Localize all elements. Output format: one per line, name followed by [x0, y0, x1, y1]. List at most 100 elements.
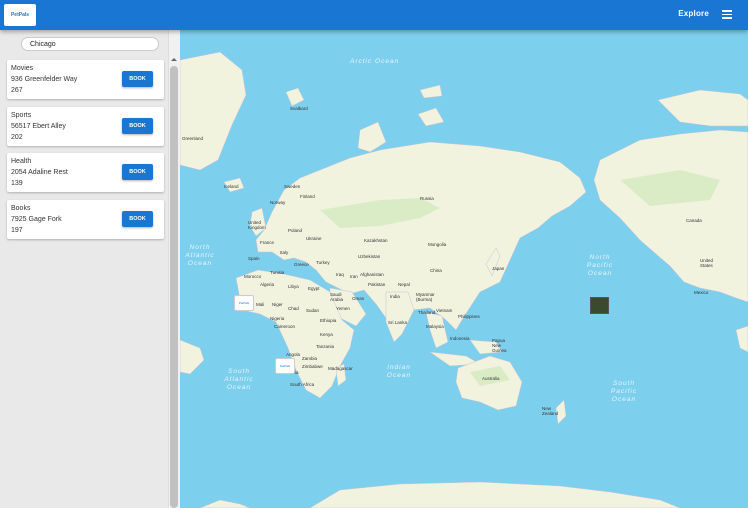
map-label: Sudan — [306, 308, 320, 313]
map-label: United Kingdom — [248, 220, 266, 230]
explore-link[interactable]: Explore — [678, 9, 709, 18]
list-item: Sports 56517 Ebert Alley 202 BOOK — [7, 107, 164, 146]
map-label: Ukraine — [306, 236, 322, 241]
map-label: Japan — [492, 266, 505, 271]
card-count: 197 — [11, 227, 23, 234]
ocean-label: North Atlantic Ocean — [185, 244, 215, 267]
map-label: Sri Lanka — [388, 320, 408, 325]
map-label: Chad — [288, 306, 299, 311]
card-count: 202 — [11, 134, 23, 141]
map-label: Iran — [350, 274, 358, 279]
map-label: France — [260, 240, 275, 245]
map-label: Thailand — [418, 310, 436, 315]
map-label: Morocco — [244, 274, 262, 279]
map-label: Turkey — [316, 260, 330, 265]
card-count: 267 — [11, 87, 23, 94]
map-label: Libya — [288, 284, 299, 289]
map-label: Sweden — [284, 184, 301, 189]
app-logo[interactable]: PetPals — [4, 4, 36, 26]
ocean-label: Arctic Ocean — [350, 58, 400, 65]
map-label: China — [430, 268, 442, 273]
map-label: Kazakhstan — [364, 238, 388, 243]
map-label: Mexico — [694, 290, 709, 295]
map-marker-logo: PetPals — [279, 364, 291, 368]
map-label: Papua New Guinea — [492, 338, 507, 353]
map-label: Cameroon — [274, 324, 296, 329]
map-label: Australia — [482, 376, 500, 381]
card-address: 2054 Adaline Rest — [11, 169, 68, 176]
map-label: Iceland — [224, 184, 239, 189]
book-button[interactable]: BOOK — [122, 164, 153, 180]
map-label: Mali — [256, 302, 265, 307]
map-label: Madagascar — [328, 366, 353, 371]
map-label: Canada — [686, 218, 702, 223]
map-photo-marker[interactable] — [590, 297, 609, 314]
map-label: Afghanistan — [360, 272, 384, 277]
map-label: Ethiopia — [320, 318, 337, 323]
map-label: Yemen — [336, 306, 350, 311]
map-label: Vietnam — [436, 308, 453, 313]
card-address: 56517 Ebert Alley — [11, 123, 66, 130]
card-address: 7925 Gage Fork — [11, 216, 62, 223]
map-label: New Zealand — [542, 406, 559, 416]
card-category: Books — [11, 205, 31, 212]
map-label: Malaysia — [426, 324, 444, 329]
map-label: Kenya — [320, 332, 333, 337]
map-label: Indonesia — [450, 336, 470, 341]
list-item: Health 2054 Adaline Rest 139 BOOK — [7, 153, 164, 192]
map-label: Zambia — [302, 356, 318, 361]
map-label: United States — [700, 258, 714, 268]
map-label: Mongolia — [428, 242, 447, 247]
map-label: Uzbekistan — [358, 254, 381, 259]
map-label: Russia — [420, 196, 434, 201]
map-label: Greenland — [182, 136, 204, 141]
map-label: Philippines — [458, 314, 480, 319]
map-label: Finland — [300, 194, 315, 199]
map-label: Niger — [272, 302, 283, 307]
map-label: India — [390, 294, 400, 299]
map-label: Pakistan — [368, 282, 386, 287]
scroll-up-icon[interactable] — [171, 58, 177, 61]
card-address: 936 Greenfelder Way — [11, 76, 78, 83]
map-label: Spain — [248, 256, 260, 261]
map-label: Norway — [270, 200, 286, 205]
map-marker-logo: PetPals — [238, 301, 250, 305]
book-button[interactable]: BOOK — [122, 211, 153, 227]
scrollbar-thumb[interactable] — [170, 66, 178, 508]
map-label: Greece — [294, 262, 309, 267]
map-label: Poland — [288, 228, 303, 233]
map-label: Nepal — [398, 282, 410, 287]
map-label: Egypt — [308, 286, 320, 291]
ocean-label: North Pacific Ocean — [586, 254, 614, 277]
map-marker[interactable]: PetPals — [275, 358, 295, 374]
book-button[interactable]: BOOK — [122, 118, 153, 134]
card-category: Movies — [11, 65, 34, 72]
card-category: Sports — [11, 112, 32, 119]
map-landmasses — [180, 51, 748, 508]
map-label: Tanzania — [316, 344, 335, 349]
ocean-label: South Atlantic Ocean — [224, 368, 254, 391]
ocean-label: Indian Ocean — [386, 364, 412, 379]
map-label: Angola — [286, 352, 301, 357]
ocean-label: South Pacific Ocean — [610, 380, 638, 403]
search-input[interactable]: Chicago — [21, 37, 159, 51]
card-category: Health — [11, 158, 32, 165]
map-label: Oman — [352, 296, 365, 301]
map-marker[interactable]: PetPals — [234, 295, 254, 311]
hamburger-menu-icon[interactable] — [722, 10, 732, 19]
map-label: Nigeria — [270, 316, 285, 321]
book-button[interactable]: BOOK — [122, 71, 153, 87]
map-label: Myanmar (Burma) — [416, 292, 435, 302]
map-label: Iraq — [336, 272, 344, 277]
map-label: South Africa — [290, 382, 315, 387]
map-label: Saudi Arabia — [330, 292, 344, 302]
list-item: Books 7925 Gage Fork 197 BOOK — [7, 200, 164, 239]
map-label: Svalbard — [290, 106, 308, 111]
world-map[interactable]: Arctic Ocean North Atlantic Ocean South … — [180, 30, 748, 508]
map-label: Zimbabwe — [302, 364, 323, 369]
card-count: 139 — [11, 180, 23, 187]
list-item: Movies 936 Greenfelder Way 267 BOOK — [7, 60, 164, 99]
map-label: Algeria — [260, 282, 275, 287]
logo-text: PetPals — [10, 12, 30, 18]
map-label: Tunisia — [270, 270, 285, 275]
